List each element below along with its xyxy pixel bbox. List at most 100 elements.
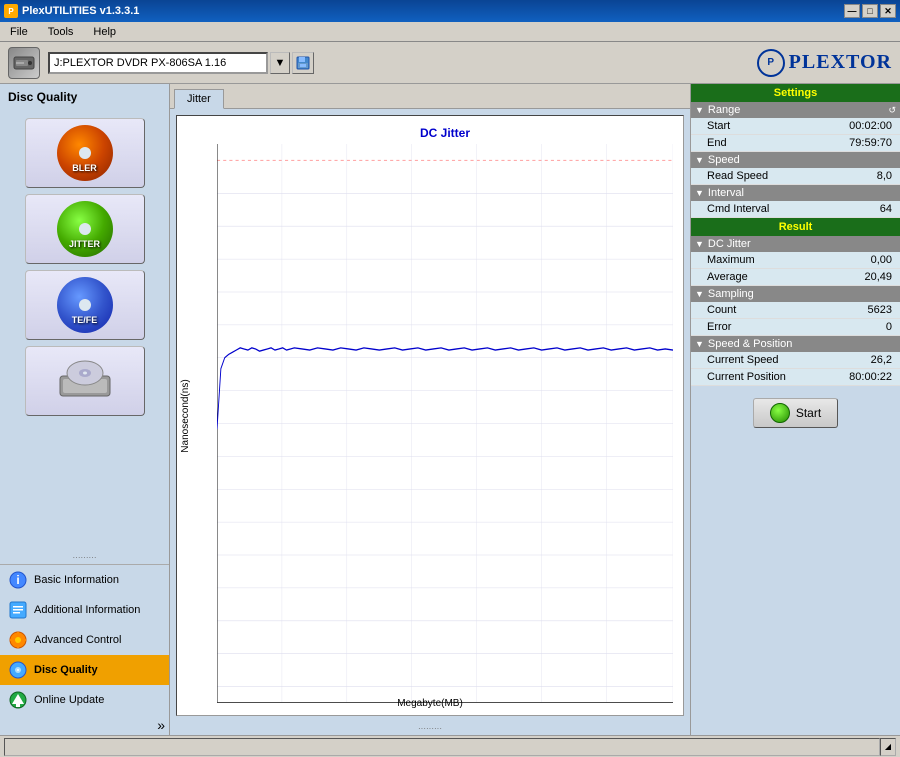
title-bar: P PlexUTILITIES v1.3.3.1 — □ ✕ [0, 0, 900, 22]
drive-combo[interactable]: J:PLEXTOR DVDR PX-806SA 1.16 ▼ [48, 52, 314, 74]
disc-icon-list: BLER JITTER TE/FE [0, 110, 169, 551]
chart-dots: ········· [170, 722, 690, 735]
sidebar-item-advanced-control-label: Advanced Control [34, 634, 121, 646]
dc-jitter-max-label: Maximum [707, 254, 755, 266]
dc-jitter-section-header[interactable]: ▼ DC Jitter [691, 236, 900, 252]
svg-text:i: i [16, 573, 19, 587]
cmd-interval-row: Cmd Interval 64 [691, 201, 900, 218]
start-circle-icon [770, 403, 790, 423]
range-start-value: 00:02:00 [849, 120, 892, 132]
current-position-row: Current Position 80:00:22 [691, 369, 900, 386]
start-button-area: Start [691, 386, 900, 440]
sampling-count-label: Count [707, 304, 736, 316]
dc-jitter-collapse-icon: ▼ [695, 239, 704, 249]
current-speed-label: Current Speed [707, 354, 779, 366]
sidebar-item-additional-information[interactable]: Additional Information [0, 595, 169, 625]
chart-inner: Nanosecond(ns) DC Jitter [176, 115, 684, 716]
sidebar-nav: i Basic Information Additional Informati… [0, 564, 169, 715]
range-end-row: End 79:59:70 [691, 135, 900, 152]
interval-collapse-icon: ▼ [695, 188, 704, 198]
range-start-label: Start [707, 120, 730, 132]
sidebar-item-advanced-control[interactable]: Advanced Control [0, 625, 169, 655]
toolbar: J:PLEXTOR DVDR PX-806SA 1.16 ▼ P PLEXTOR [0, 42, 900, 84]
dc-jitter-max-row: Maximum 0,00 [691, 252, 900, 269]
speed-pos-section-header[interactable]: ▼ Speed & Position [691, 336, 900, 352]
sidebar-item-online-update[interactable]: Online Update [0, 685, 169, 715]
drive-display[interactable]: J:PLEXTOR DVDR PX-806SA 1.16 [48, 52, 268, 74]
sampling-collapse-icon: ▼ [695, 289, 704, 299]
cmd-interval-label: Cmd Interval [707, 203, 769, 215]
bler-disc-button[interactable]: BLER [25, 118, 145, 188]
tefe-disc-button[interactable]: TE/FE [25, 270, 145, 340]
close-button[interactable]: ✕ [880, 4, 896, 18]
logo-circle-icon: P [757, 49, 785, 77]
chart-title: DC Jitter [217, 126, 673, 140]
main-layout: Disc Quality BLER JITTER TE/FE [0, 84, 900, 735]
status-resize-grip: ◢ [880, 738, 896, 756]
speed-section-header[interactable]: ▼ Speed [691, 152, 900, 168]
sidebar-title: Disc Quality [0, 84, 169, 110]
disc-hole-2 [79, 223, 91, 235]
status-bar: ◢ [0, 735, 900, 757]
minimize-button[interactable]: — [844, 4, 860, 18]
range-reset-icon[interactable]: ↺ [888, 105, 896, 116]
x-axis-label: Megabyte(MB) [397, 698, 463, 709]
sidebar-item-disc-quality[interactable]: Disc Quality [0, 655, 169, 685]
sampling-count-value: 5623 [868, 304, 892, 316]
disc-quality-icon [8, 660, 28, 680]
read-speed-label: Read Speed [707, 170, 768, 182]
range-end-value: 79:59:70 [849, 137, 892, 149]
drive-dropdown-button[interactable]: ▼ [270, 52, 290, 74]
disc-hole-3 [79, 299, 91, 311]
dc-jitter-avg-row: Average 20,49 [691, 269, 900, 286]
sampling-error-label: Error [707, 321, 731, 333]
sidebar-item-basic-information[interactable]: i Basic Information [0, 565, 169, 595]
settings-panel: Settings ▼ Range ↺ Start 00:02:00 End 79… [690, 84, 900, 735]
bler-disc-icon: BLER [57, 125, 113, 181]
plextor-logo: P PLEXTOR [757, 49, 892, 77]
jitter-disc-button[interactable]: JITTER [25, 194, 145, 264]
range-start-row: Start 00:02:00 [691, 118, 900, 135]
basic-info-icon: i [8, 570, 28, 590]
disc-hole [79, 147, 91, 159]
window-controls[interactable]: — □ ✕ [844, 4, 896, 18]
sampling-section-header[interactable]: ▼ Sampling [691, 286, 900, 302]
sampling-count-row: Count 5623 [691, 302, 900, 319]
tray-disc-button[interactable] [25, 346, 145, 416]
range-end-label: End [707, 137, 727, 149]
y-axis-label: Nanosecond(ns) [180, 379, 191, 452]
tab-jitter[interactable]: Jitter [174, 89, 224, 109]
speed-collapse-icon: ▼ [695, 155, 704, 165]
interval-section-header[interactable]: ▼ Interval [691, 185, 900, 201]
cmd-interval-value: 64 [880, 203, 892, 215]
interval-label: Interval [708, 187, 744, 199]
sidebar-item-online-update-label: Online Update [34, 694, 104, 706]
read-speed-row: Read Speed 8,0 [691, 168, 900, 185]
current-speed-value: 26,2 [871, 354, 892, 366]
speed-pos-result-label: Speed & Position [708, 338, 792, 350]
maximize-button[interactable]: □ [862, 4, 878, 18]
app-icon: P [4, 4, 18, 18]
menu-file[interactable]: File [4, 24, 34, 40]
menu-tools[interactable]: Tools [42, 24, 80, 40]
range-label: Range [708, 104, 740, 116]
speed-pos-collapse-icon: ▼ [695, 339, 704, 349]
current-speed-row: Current Speed 26,2 [691, 352, 900, 369]
sidebar-collapse-icon[interactable]: » [157, 717, 165, 733]
start-button[interactable]: Start [753, 398, 838, 428]
menu-help[interactable]: Help [87, 24, 122, 40]
advanced-control-icon [8, 630, 28, 650]
dc-jitter-avg-value: 20,49 [864, 271, 892, 283]
tefe-disc-icon: TE/FE [57, 277, 113, 333]
range-section-header[interactable]: ▼ Range ↺ [691, 102, 900, 118]
speed-label: Speed [708, 154, 740, 166]
save-button[interactable] [292, 52, 314, 74]
dc-jitter-result-label: DC Jitter [708, 238, 751, 250]
chart-svg: 0 2 4 6 8 10 12 14 16 18 20 22 24 26 28 … [217, 144, 673, 703]
result-header: Result [691, 218, 900, 236]
sampling-result-label: Sampling [708, 288, 754, 300]
sidebar-item-disc-quality-label: Disc Quality [34, 664, 98, 676]
sampling-error-row: Error 0 [691, 319, 900, 336]
chart-container: Nanosecond(ns) DC Jitter [170, 109, 690, 722]
sidebar: Disc Quality BLER JITTER TE/FE [0, 84, 170, 735]
